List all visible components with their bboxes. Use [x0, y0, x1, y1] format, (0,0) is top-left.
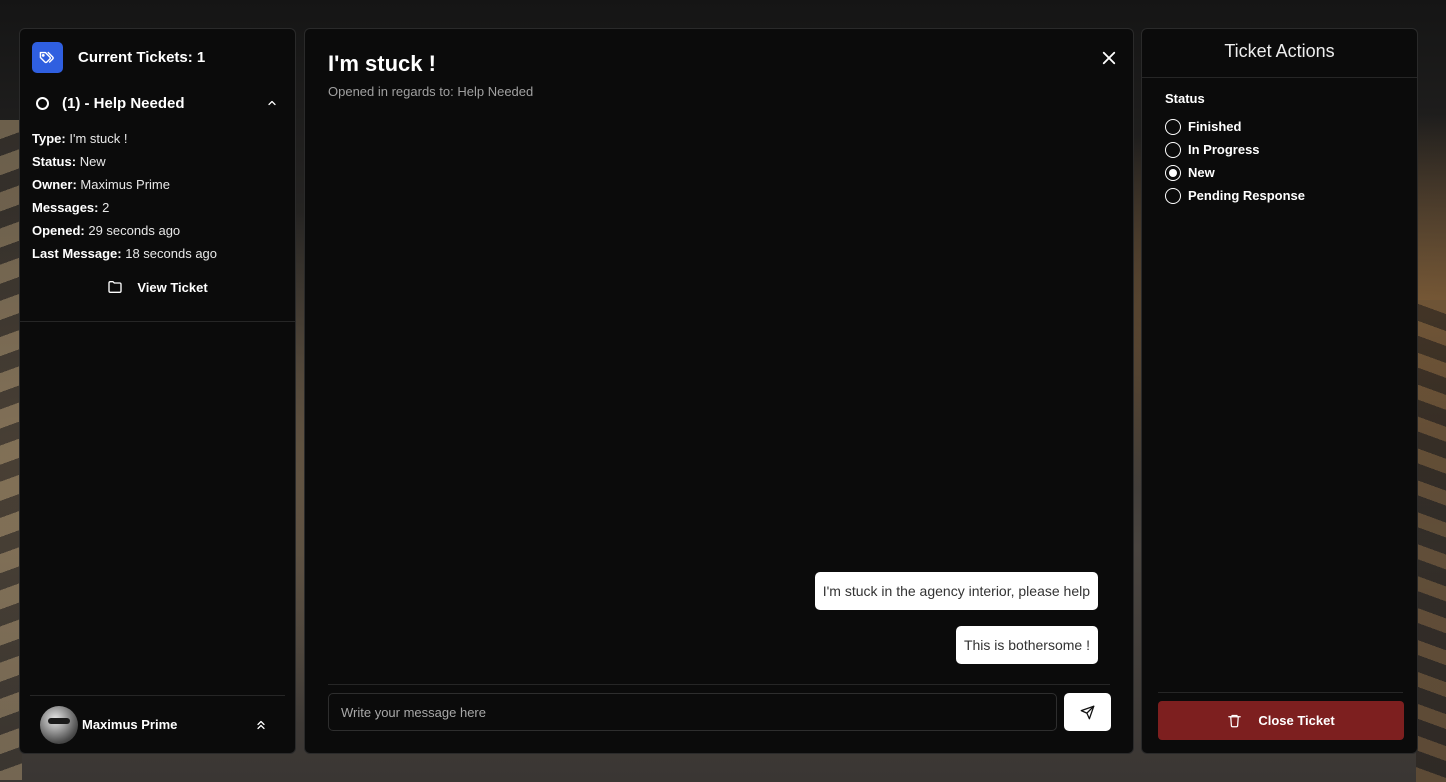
- view-ticket-button[interactable]: View Ticket: [32, 269, 283, 305]
- status-option-label: Finished: [1188, 119, 1242, 134]
- detail-type: Type: I'm stuck !: [32, 127, 283, 150]
- folder-icon: [107, 279, 123, 295]
- view-ticket-label: View Ticket: [137, 279, 208, 295]
- ticket-item-label: (1) - Help Needed: [62, 94, 185, 112]
- chat-message: I'm stuck in the agency interior, please…: [814, 572, 1098, 610]
- ticket-actions-panel: Ticket Actions Status Finished In Progre…: [1141, 28, 1418, 754]
- detail-status: Status: New: [32, 150, 283, 173]
- detail-key: Last Message:: [32, 246, 122, 261]
- detail-key: Type:: [32, 131, 66, 146]
- close-ticket-button[interactable]: Close Ticket: [1158, 701, 1404, 740]
- status-radio-group: Finished In Progress New Pending Respons…: [1165, 115, 1305, 207]
- detail-key: Status:: [32, 154, 77, 169]
- sidebar-header: Current Tickets: 1: [20, 29, 295, 85]
- radio-dot: [1169, 168, 1177, 177]
- status-option-finished[interactable]: Finished: [1165, 115, 1305, 138]
- radio-button[interactable]: [1165, 118, 1181, 135]
- divider: [1158, 692, 1403, 693]
- circle-icon: [36, 96, 49, 110]
- status-option-label: In Progress: [1188, 142, 1260, 157]
- chat-message: This is bothersome !: [955, 626, 1098, 664]
- tickets-sidebar: Current Tickets: 1 (1) - Help Needed Typ…: [19, 28, 296, 754]
- detail-owner: Owner: Maximus Prime: [32, 173, 283, 196]
- detail-value: Maximus Prime: [80, 177, 170, 192]
- detail-key: Owner:: [32, 177, 77, 192]
- background-stripe-right: [1416, 300, 1446, 782]
- detail-value: New: [79, 154, 106, 169]
- detail-key: Messages:: [32, 200, 99, 215]
- detail-value: 18 seconds ago: [125, 246, 218, 261]
- detail-value: 2: [102, 200, 110, 215]
- detail-value: 29 seconds ago: [88, 223, 181, 238]
- radio-button-selected[interactable]: [1165, 164, 1181, 181]
- radio-button[interactable]: [1165, 141, 1181, 158]
- detail-messages: Messages: 2: [32, 196, 283, 219]
- detail-last-message: Last Message: 18 seconds ago: [32, 242, 283, 265]
- detail-key: Opened:: [32, 223, 85, 238]
- status-option-label: Pending Response: [1188, 188, 1306, 203]
- send-button[interactable]: [1064, 693, 1111, 731]
- chat-panel: I'm stuck ! Opened in regards to: Help N…: [304, 28, 1134, 754]
- tags-icon: [32, 41, 63, 73]
- divider: [20, 321, 295, 322]
- status-option-new[interactable]: New: [1165, 161, 1305, 184]
- avatar: [40, 705, 78, 744]
- close-ticket-label: Close Ticket: [1258, 713, 1335, 728]
- trash-icon: [1227, 713, 1242, 728]
- detail-opened: Opened: 29 seconds ago: [32, 219, 283, 242]
- status-label: Status: [1165, 91, 1205, 106]
- chevron-up-icon[interactable]: [265, 96, 279, 110]
- status-option-pending-response[interactable]: Pending Response: [1165, 184, 1305, 207]
- close-icon[interactable]: [1100, 49, 1118, 67]
- message-input[interactable]: [328, 693, 1057, 731]
- status-option-label: New: [1188, 165, 1215, 180]
- current-tickets-title: Current Tickets: 1: [78, 48, 206, 66]
- user-footer[interactable]: Maximus Prime: [30, 695, 285, 753]
- detail-value: I'm stuck !: [69, 131, 128, 146]
- chat-title: I'm stuck !: [328, 51, 436, 76]
- divider: [328, 684, 1110, 685]
- chevrons-up-icon[interactable]: [255, 719, 267, 731]
- send-icon: [1080, 705, 1095, 720]
- ticket-details: Type: I'm stuck ! Status: New Owner: Max…: [20, 121, 295, 305]
- user-name: Maximus Prime: [82, 717, 178, 732]
- ticket-item-toggle[interactable]: (1) - Help Needed: [20, 85, 295, 121]
- radio-button[interactable]: [1165, 187, 1181, 204]
- status-option-in-progress[interactable]: In Progress: [1165, 138, 1305, 161]
- ticket-actions-title: Ticket Actions: [1142, 29, 1417, 78]
- chat-subtitle: Opened in regards to: Help Needed: [328, 84, 534, 99]
